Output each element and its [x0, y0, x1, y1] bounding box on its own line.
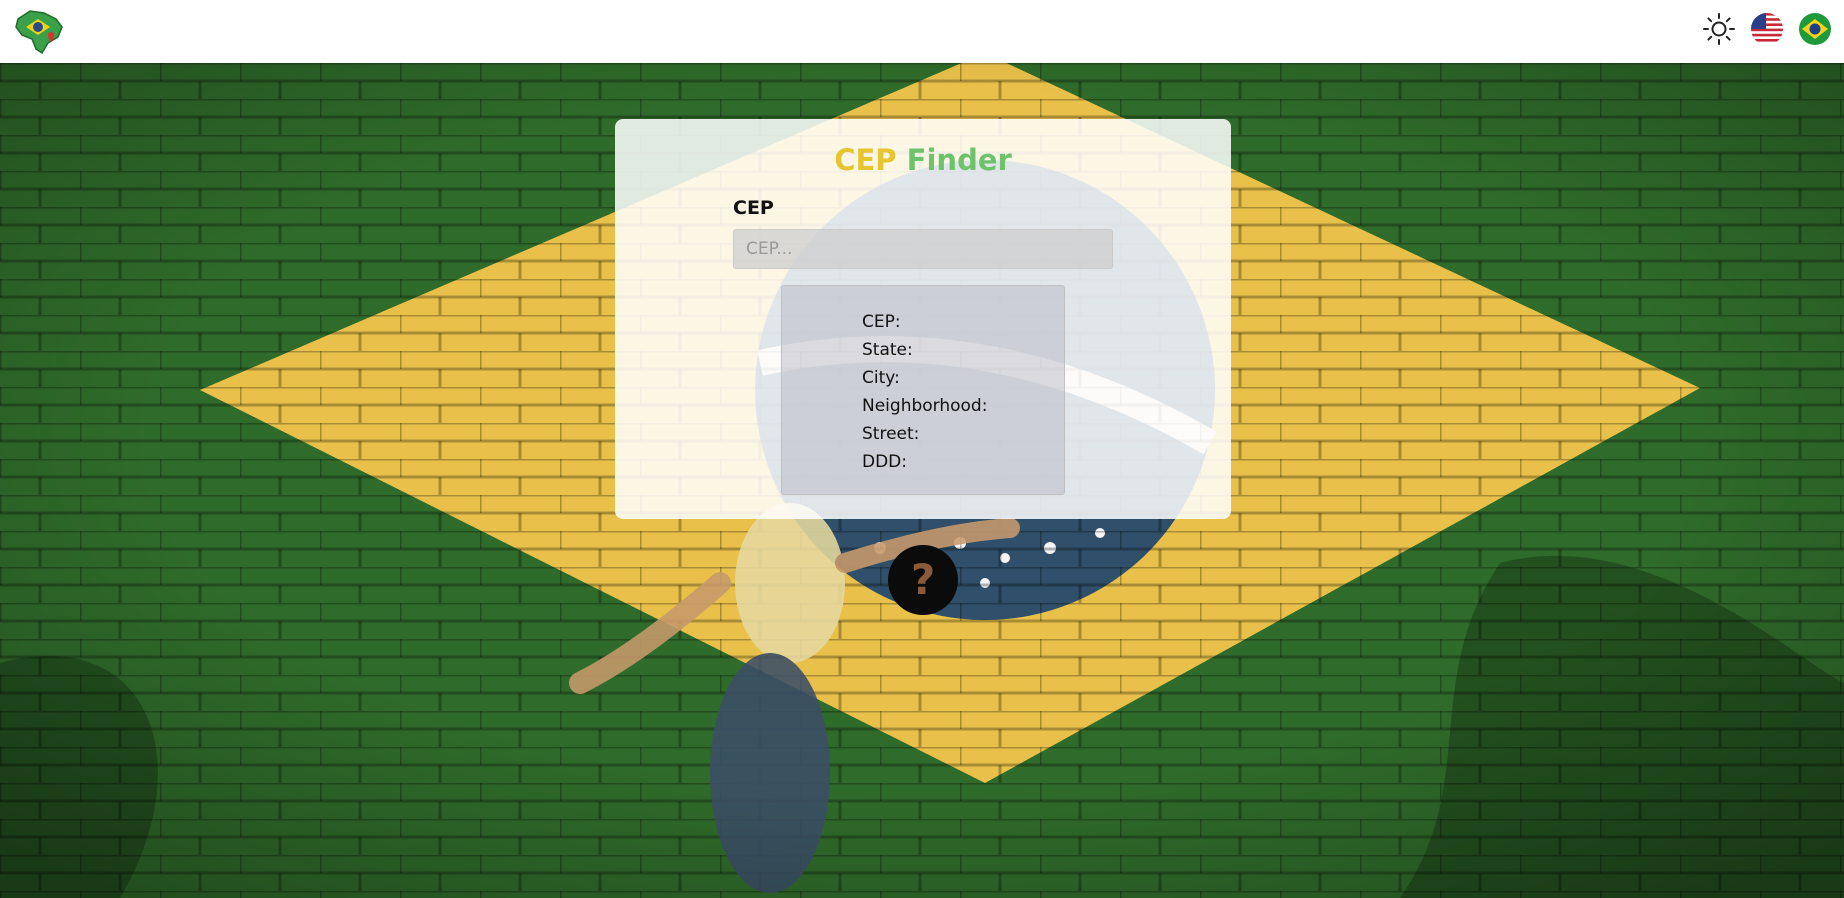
result-cep-label: CEP:	[862, 312, 901, 332]
title-part-cep: CEP	[834, 143, 897, 177]
help-button[interactable]: ?	[888, 545, 958, 615]
result-neighborhood-label: Neighborhood:	[862, 396, 988, 416]
result-list: CEP: State: City: Neighborhood: Street: …	[862, 308, 987, 476]
result-panel: CEP: State: City: Neighborhood: Street: …	[781, 285, 1065, 495]
cep-finder-card: CEP Finder CEP CEP: State: City: Neighbo…	[615, 119, 1231, 519]
sun-icon[interactable]	[1702, 12, 1736, 46]
result-ddd-label: DDD:	[862, 452, 907, 472]
result-city-label: City:	[862, 368, 900, 388]
cep-field-label: CEP	[733, 197, 774, 219]
result-street-label: Street:	[862, 424, 920, 444]
result-state-label: State:	[862, 340, 913, 360]
brazil-map-logo-icon[interactable]	[10, 5, 66, 57]
title-part-finder: Finder	[906, 143, 1012, 177]
brazil-flag-icon[interactable]	[1798, 12, 1832, 46]
question-icon: ?	[910, 555, 936, 604]
header-actions	[1702, 12, 1832, 46]
cep-input[interactable]	[733, 229, 1113, 269]
us-flag-icon[interactable]	[1750, 12, 1784, 46]
page-title: CEP Finder	[615, 143, 1231, 177]
top-bar	[0, 0, 1844, 63]
